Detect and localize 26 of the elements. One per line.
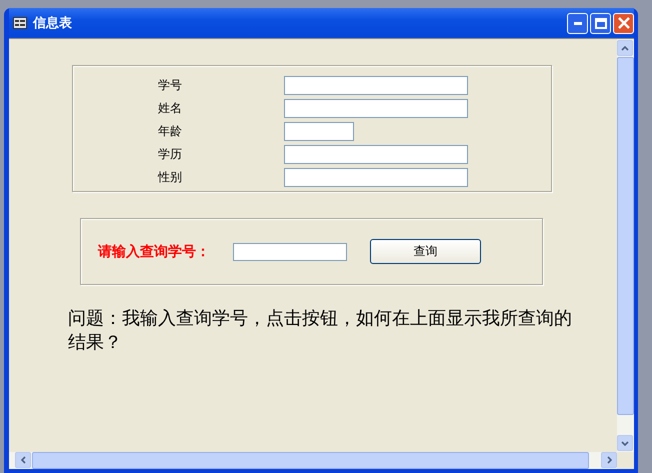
close-button[interactable] <box>613 12 634 34</box>
minimize-icon <box>574 22 582 24</box>
field-label: 年龄 <box>157 123 183 140</box>
maximize-icon <box>594 18 606 28</box>
input-field[interactable] <box>284 76 468 95</box>
form-icon <box>13 17 27 29</box>
close-icon <box>618 17 630 29</box>
scroll-left-button[interactable] <box>15 452 31 468</box>
field-label: 学号 <box>157 77 183 94</box>
field-label: 学历 <box>157 146 183 163</box>
minimize-button[interactable] <box>567 12 588 34</box>
window-title: 信息表 <box>33 15 72 32</box>
scroll-down-button[interactable] <box>617 435 633 451</box>
query-button[interactable]: 查询 <box>370 239 481 264</box>
field-label: 性别 <box>156 169 183 186</box>
scroll-up-button[interactable] <box>617 40 633 56</box>
query-label: 请输入查询学号： <box>98 242 211 260</box>
field-label: 姓名 <box>157 100 183 117</box>
input-field[interactable] <box>284 99 468 118</box>
input-field[interactable] <box>284 145 468 164</box>
input-field[interactable] <box>284 168 468 187</box>
scroll-right-button[interactable] <box>601 452 617 468</box>
input-field[interactable] <box>284 122 354 141</box>
maximize-button[interactable] <box>590 12 611 34</box>
question-text: 问题：我输入查询学号，点击按钮，如何在上面显示我所查询的结果？ <box>68 307 573 355</box>
query-field[interactable] <box>233 242 347 260</box>
